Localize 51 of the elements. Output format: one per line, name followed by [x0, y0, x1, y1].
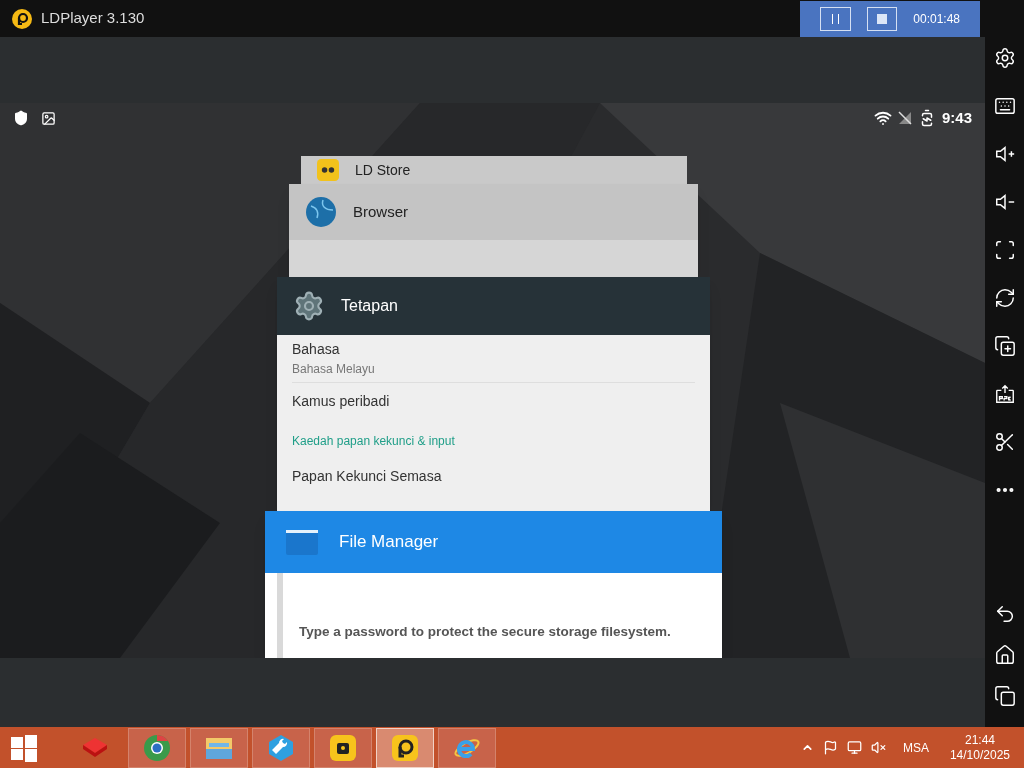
dialog-message: Type a password to protect the secure storage filesystem.	[299, 622, 671, 641]
input-language[interactable]: MSA	[902, 738, 929, 757]
clock: 9:43	[941, 107, 972, 128]
recording-timer: 00:01:48	[913, 10, 960, 28]
rotate-icon[interactable]	[993, 287, 1016, 309]
shield-icon	[13, 110, 29, 126]
muted-speaker-icon[interactable]	[870, 740, 886, 755]
app-title: Tetapan	[341, 296, 398, 316]
recent-apps-icon[interactable]	[993, 685, 1016, 707]
pause-button[interactable]	[820, 6, 851, 31]
wifi-icon	[873, 109, 892, 127]
ldplayer-logo-icon	[11, 7, 33, 30]
taskbar-app[interactable]	[314, 727, 372, 768]
gear-icon	[293, 290, 325, 322]
folder-icon	[285, 528, 319, 556]
clock-time[interactable]: 21:44	[964, 732, 995, 748]
app-store-icon[interactable]	[329, 733, 357, 762]
app-title: Browser	[353, 201, 408, 222]
scissors-icon[interactable]	[993, 431, 1016, 453]
app-card[interactable]: Browser	[289, 184, 698, 277]
network-icon[interactable]	[846, 740, 862, 755]
globe-icon	[305, 196, 337, 228]
windows-start-icon[interactable]	[10, 733, 38, 762]
app-card[interactable]: LD Store	[301, 156, 687, 184]
app-title: File Manager	[339, 531, 439, 554]
wrench-icon[interactable]	[267, 733, 295, 762]
setting-title[interactable]: Kamus peribadi	[292, 391, 695, 412]
stop-button[interactable]	[866, 6, 898, 31]
setting-title[interactable]: Papan Kekunci Semasa	[292, 466, 695, 487]
setting-title[interactable]: Bahasa	[292, 339, 695, 360]
volume-up-icon[interactable]	[993, 143, 1016, 165]
multi-window-icon[interactable]	[993, 335, 1016, 357]
settings-icon[interactable]	[993, 47, 1016, 69]
app-title: LD Store	[355, 163, 411, 177]
volume-down-icon[interactable]	[993, 191, 1016, 213]
keyboard-icon[interactable]	[993, 95, 1016, 117]
fullscreen-icon[interactable]	[993, 239, 1016, 261]
setting-value: Bahasa Melayu	[292, 361, 376, 378]
apk-upload-icon[interactable]	[993, 383, 1016, 405]
section-header: Kaedah papan kekunci & input	[292, 433, 456, 450]
flag-icon[interactable]	[822, 740, 838, 755]
no-signal-icon	[897, 111, 912, 125]
app-card[interactable]: File Manager Type a password to protect the secure storage filesystem.	[265, 511, 722, 658]
home-icon[interactable]	[993, 644, 1016, 666]
ldplayer-logo-icon[interactable]	[391, 733, 419, 762]
app-card[interactable]: Tetapan Bahasa Bahasa Melayu Kamus peribadi Kaedah papan kekunci & input Papan Kekunci Semasa	[277, 277, 710, 511]
image-icon	[41, 110, 56, 126]
globe-icon[interactable]	[143, 733, 171, 762]
clock-date[interactable]: 14/10/2025	[949, 747, 1010, 763]
store-app-icon	[317, 159, 339, 181]
window-title: LDPlayer 3.130	[41, 8, 145, 29]
